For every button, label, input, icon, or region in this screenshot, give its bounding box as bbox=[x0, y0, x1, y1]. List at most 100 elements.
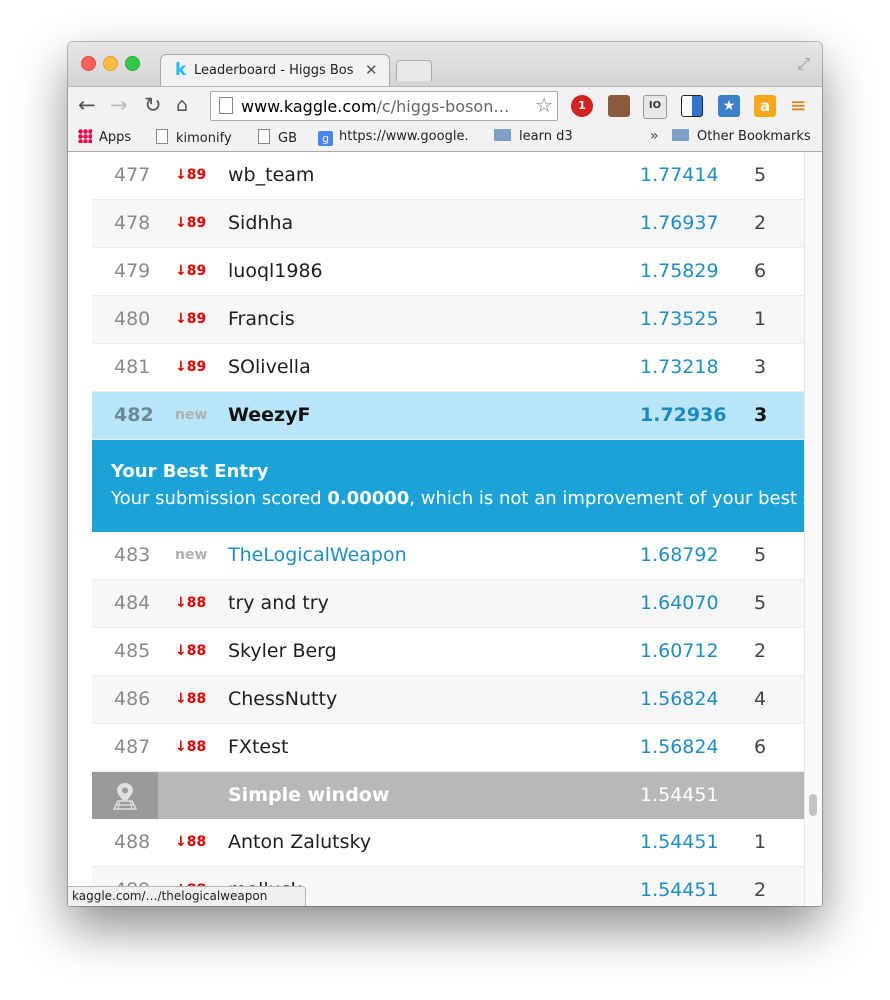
rank: 477 bbox=[114, 164, 151, 186]
adblock-extension-icon[interactable]: 1 bbox=[571, 95, 593, 117]
star-extension-icon[interactable]: ★ bbox=[718, 95, 740, 117]
team-name[interactable]: Anton Zalutsky bbox=[228, 831, 371, 853]
team-name[interactable]: Sidhha bbox=[228, 212, 293, 234]
bookmark-star-icon[interactable]: ☆ bbox=[535, 93, 553, 117]
home-icon[interactable]: ⌂ bbox=[176, 94, 188, 116]
score[interactable]: 1.54451 bbox=[640, 831, 719, 853]
table-row: 480 ↓89 Francis 1.73525 1 bbox=[92, 296, 804, 344]
address-bar[interactable]: www.kaggle.com/c/higgs-boson… ☆ bbox=[210, 91, 558, 121]
team-name[interactable]: Francis bbox=[228, 308, 295, 330]
score[interactable]: 1.54451 bbox=[640, 879, 719, 901]
table-row: 488 ↓88 Anton Zalutsky 1.54451 1 bbox=[92, 819, 804, 867]
score[interactable]: 1.68792 bbox=[640, 544, 719, 566]
entries: 4 bbox=[754, 688, 767, 710]
bookmark-learn-d3[interactable]: learn d3 bbox=[494, 129, 573, 144]
score[interactable]: 1.73218 bbox=[640, 356, 719, 378]
best-entry-title: Your Best Entry bbox=[111, 461, 269, 482]
camera-extension-icon[interactable] bbox=[608, 95, 630, 117]
score[interactable]: 1.76937 bbox=[640, 212, 719, 234]
io-extension-icon[interactable]: IO bbox=[643, 95, 667, 119]
bookmark-google[interactable]: g https://www.google. bbox=[318, 129, 478, 146]
rank: 480 bbox=[114, 308, 151, 330]
tab-title: Leaderboard - Higgs Boson bbox=[194, 63, 354, 78]
table-row: 486 ↓88 ChessNutty 1.56824 4 bbox=[92, 676, 804, 724]
team-name[interactable]: SOlivella bbox=[228, 356, 311, 378]
menu-icon[interactable]: ≡ bbox=[790, 95, 807, 115]
rank-change: ↓89 bbox=[175, 359, 207, 375]
chevron-double-right-icon[interactable]: » bbox=[650, 128, 659, 144]
browser-window: k Leaderboard - Higgs Boson ✕ ⤢ ← → ↻ ⌂ … bbox=[68, 42, 822, 906]
rank-change: new bbox=[175, 407, 208, 423]
map-pin-icon bbox=[112, 783, 138, 810]
table-row: 484 ↓88 try and try 1.64070 5 bbox=[92, 580, 804, 628]
entries: 6 bbox=[754, 736, 767, 758]
score[interactable]: 1.56824 bbox=[640, 736, 719, 758]
table-row: 485 ↓88 Skyler Berg 1.60712 2 bbox=[92, 628, 804, 676]
bookmark-gb[interactable]: GB bbox=[258, 129, 297, 146]
title-bar: k Leaderboard - Higgs Boson ✕ ⤢ bbox=[68, 42, 822, 87]
status-bar-url: kaggle.com/…/thelogicalweapon bbox=[68, 886, 307, 906]
table-row: 487 ↓88 FXtest 1.56824 6 bbox=[92, 724, 804, 772]
benchmark-name[interactable]: Simple window bbox=[228, 784, 389, 806]
rank-change: ↓89 bbox=[175, 215, 207, 231]
minimize-window-button[interactable] bbox=[103, 56, 118, 71]
google-icon: g bbox=[318, 131, 333, 146]
page-icon bbox=[156, 129, 168, 144]
rank: 482 bbox=[114, 404, 154, 426]
team-name[interactable]: Skyler Berg bbox=[228, 640, 337, 662]
rank: 487 bbox=[114, 736, 151, 758]
score[interactable]: 1.77414 bbox=[640, 164, 719, 186]
new-tab-button[interactable] bbox=[396, 60, 432, 81]
kaggle-favicon-icon: k bbox=[175, 60, 187, 80]
score[interactable]: 1.64070 bbox=[640, 592, 719, 614]
bookmark-kimonify[interactable]: kimonify bbox=[156, 129, 232, 146]
rank: 488 bbox=[114, 831, 151, 853]
rank: 479 bbox=[114, 260, 151, 282]
rank: 486 bbox=[114, 688, 151, 710]
maximize-window-button[interactable] bbox=[125, 56, 140, 71]
score[interactable]: 1.56824 bbox=[640, 688, 719, 710]
vertical-scrollbar[interactable] bbox=[804, 152, 822, 906]
back-arrow-icon[interactable]: ← bbox=[78, 93, 96, 117]
team-name[interactable]: FXtest bbox=[228, 736, 288, 758]
team-name[interactable]: ChessNutty bbox=[228, 688, 337, 710]
entries: 2 bbox=[754, 212, 767, 234]
benchmark-icon-box bbox=[92, 772, 158, 819]
score[interactable]: 1.60712 bbox=[640, 640, 719, 662]
bookmark-apps[interactable]: Apps bbox=[78, 129, 131, 145]
tab-leaderboard[interactable]: k Leaderboard - Higgs Boson ✕ bbox=[160, 54, 390, 87]
close-icon[interactable]: ✕ bbox=[365, 61, 378, 79]
score[interactable]: 1.75829 bbox=[640, 260, 719, 282]
score[interactable]: 1.73525 bbox=[640, 308, 719, 330]
reload-icon[interactable]: ↻ bbox=[144, 93, 162, 117]
team-name-link[interactable]: TheLogicalWeapon bbox=[228, 544, 407, 566]
rank-change: ↓88 bbox=[175, 691, 207, 707]
rank-change: new bbox=[175, 547, 208, 563]
amazon-extension-icon[interactable]: a bbox=[754, 95, 776, 117]
rank: 484 bbox=[114, 592, 151, 614]
fullscreen-icon[interactable]: ⤢ bbox=[797, 54, 810, 74]
table-row: 483 new TheLogicalWeapon 1.68792 5 bbox=[92, 532, 804, 580]
leaderboard-table: 477 ↓89 wb_team 1.77414 5 478 ↓89 Sidhha… bbox=[92, 152, 804, 906]
team-name[interactable]: luoql1986 bbox=[228, 260, 323, 282]
entries: 1 bbox=[754, 831, 767, 853]
close-window-button[interactable] bbox=[81, 56, 96, 71]
page-icon bbox=[258, 129, 270, 144]
scrollbar-thumb[interactable] bbox=[809, 794, 817, 816]
best-entry-message: Your submission scored 0.00000, which is… bbox=[111, 488, 804, 509]
team-name[interactable]: wb_team bbox=[228, 164, 314, 186]
best-entry-banner: Your Best Entry Your submission scored 0… bbox=[92, 440, 804, 532]
page-icon bbox=[219, 97, 233, 114]
team-name[interactable]: try and try bbox=[228, 592, 329, 614]
score[interactable]: 1.72936 bbox=[640, 404, 727, 426]
rank-change: ↓89 bbox=[175, 263, 207, 279]
bookmark-other[interactable]: Other Bookmarks bbox=[672, 129, 811, 144]
rank: 483 bbox=[114, 544, 151, 566]
apps-grid-icon bbox=[78, 129, 92, 143]
benchmark-row: Simple window 1.54451 bbox=[92, 772, 804, 819]
team-name[interactable]: WeezyF bbox=[228, 404, 310, 426]
rank: 478 bbox=[114, 212, 151, 234]
forward-arrow-icon[interactable]: → bbox=[110, 93, 128, 117]
table-row: 479 ↓89 luoql1986 1.75829 6 bbox=[92, 248, 804, 296]
delicious-extension-icon[interactable] bbox=[681, 95, 703, 117]
